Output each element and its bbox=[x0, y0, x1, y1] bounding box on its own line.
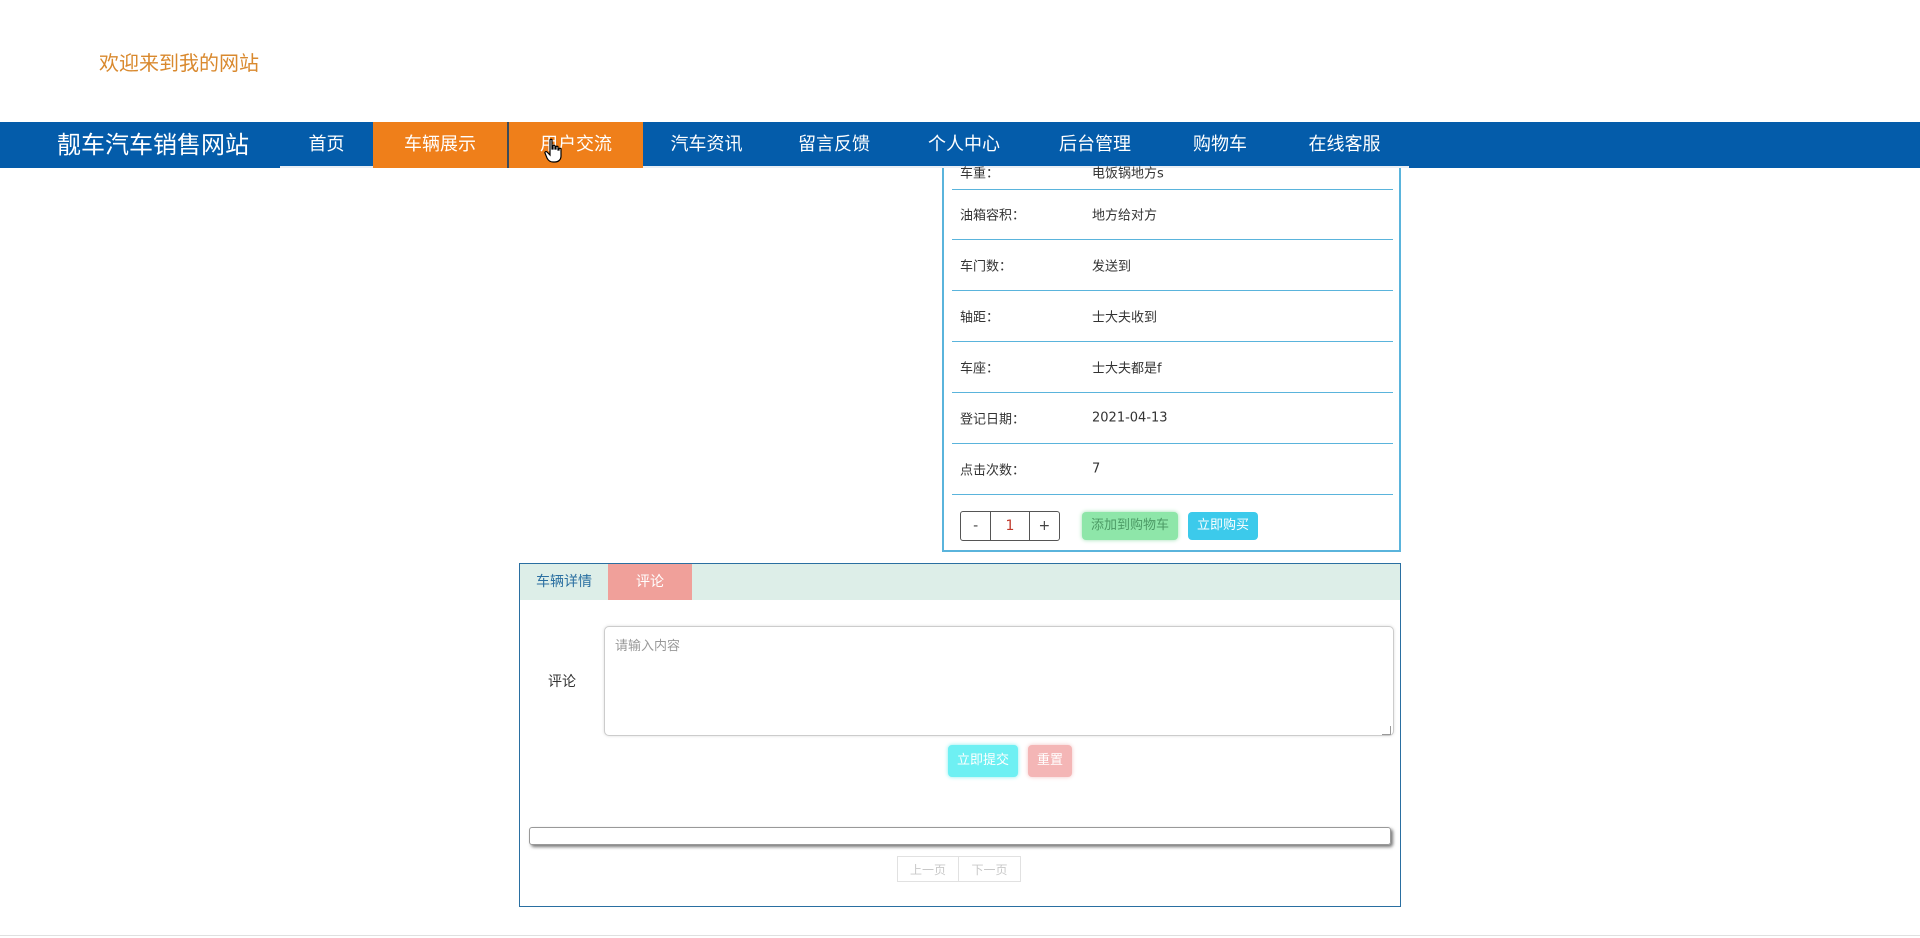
spec-row-doors: 车门数： 发送到 bbox=[952, 240, 1393, 291]
spec-value: 7 bbox=[1092, 461, 1101, 477]
nav-item-feedback[interactable]: 留言反馈 bbox=[770, 122, 898, 168]
welcome-message: 欢迎来到我的网站 bbox=[99, 51, 259, 75]
spec-value: 2021-04-13 bbox=[1092, 410, 1168, 426]
quantity-value[interactable]: 1 bbox=[990, 512, 1030, 540]
quantity-stepper: - 1 + bbox=[960, 511, 1060, 541]
tab-vehicle-details[interactable]: 车辆详情 bbox=[520, 564, 608, 600]
vehicle-specs-table: 车重： 电饭锅地方s 油箱容积： 地方给对方 车门数： 发送到 轴距： 士大夫收… bbox=[942, 166, 1401, 552]
quantity-increase-button[interactable]: + bbox=[1030, 512, 1059, 540]
pagination: 上一页 下一页 bbox=[897, 856, 1021, 882]
submit-comment-button[interactable]: 立即提交 bbox=[948, 745, 1018, 777]
add-to-cart-button[interactable]: 添加到购物车 bbox=[1082, 512, 1178, 540]
spec-row-wheelbase: 轴距： 士大夫收到 bbox=[952, 291, 1393, 342]
reset-button[interactable]: 重置 bbox=[1028, 745, 1072, 777]
comment-input[interactable] bbox=[604, 626, 1394, 736]
spec-value: 士大夫都是f bbox=[1092, 361, 1162, 377]
spec-row-tank: 油箱容积： 地方给对方 bbox=[952, 189, 1393, 240]
buy-now-button[interactable]: 立即购买 bbox=[1188, 512, 1258, 540]
spec-value: 发送到 bbox=[1092, 259, 1132, 275]
spec-row-date: 登记日期： 2021-04-13 bbox=[952, 393, 1393, 444]
spec-row-seats: 车座： 士大夫都是f bbox=[952, 342, 1393, 393]
quantity-decrease-button[interactable]: - bbox=[961, 512, 990, 540]
spec-label: 登记日期： bbox=[960, 412, 1026, 428]
spec-label: 油箱容积： bbox=[960, 208, 1026, 224]
spec-label: 轴距： bbox=[960, 310, 1000, 326]
nav-item-community[interactable]: 用户交流 bbox=[509, 122, 643, 168]
spec-label: 车重： bbox=[960, 166, 1000, 181]
spec-label: 车座： bbox=[960, 361, 1000, 377]
comment-list bbox=[529, 827, 1391, 845]
tab-bar: 车辆详情 评论 bbox=[520, 564, 1400, 600]
site-brand[interactable]: 靓车汽车销售网站 bbox=[57, 122, 249, 168]
detail-comment-panel: 车辆详情 评论 评论 立即提交 重置 上一页 下一页 bbox=[519, 563, 1401, 907]
footer-divider bbox=[0, 935, 1920, 936]
spec-label: 点击次数： bbox=[960, 463, 1026, 479]
next-page-button[interactable]: 下一页 bbox=[959, 856, 1021, 882]
spec-row-clicks: 点击次数： 7 bbox=[952, 444, 1393, 495]
nav-item-home[interactable]: 首页 bbox=[280, 122, 373, 168]
hand-cursor-icon bbox=[544, 138, 562, 163]
prev-page-button[interactable]: 上一页 bbox=[897, 856, 959, 882]
spec-value: 地方给对方 bbox=[1092, 208, 1158, 224]
nav-item-vehicles[interactable]: 车辆展示 bbox=[373, 122, 507, 168]
resize-handle-icon[interactable] bbox=[1382, 726, 1391, 735]
spec-value: 电饭锅地方s bbox=[1092, 166, 1164, 181]
nav-item-news[interactable]: 汽车资讯 bbox=[643, 122, 770, 168]
comment-label: 评论 bbox=[548, 674, 576, 690]
spec-label: 车门数： bbox=[960, 259, 1013, 275]
spec-value: 士大夫收到 bbox=[1092, 310, 1158, 326]
tab-comments[interactable]: 评论 bbox=[608, 564, 692, 600]
spec-row-weight: 车重： 电饭锅地方s bbox=[952, 154, 1393, 190]
